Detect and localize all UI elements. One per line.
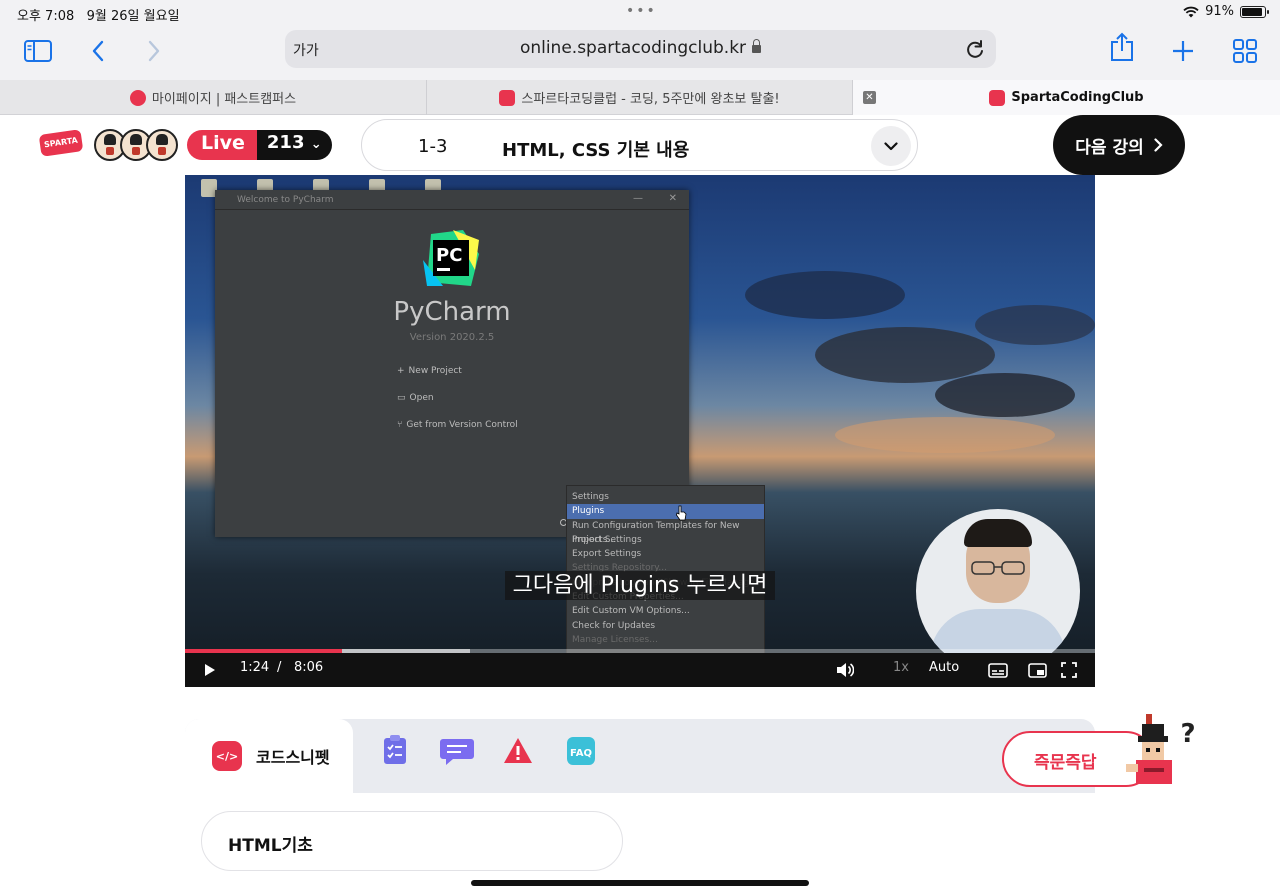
menu-item-edit-custom-vm-options: Edit Custom VM Options... bbox=[572, 606, 690, 617]
tab-chat-bubble-icon[interactable] bbox=[439, 735, 475, 767]
panel-tabs: </> 코드스니펫 FAQ bbox=[185, 719, 1095, 793]
close-icon: ✕ bbox=[668, 193, 677, 204]
browser-tabs: 마이페이지 | 패스트캠퍼스 스파르타코딩클럽 - 코딩, 5주만에 왕초보 탈… bbox=[0, 80, 1280, 115]
tab-sparta-home[interactable]: 스파르타코딩클럽 - 코딩, 5주만에 왕초보 탈출! bbox=[427, 80, 853, 115]
tab-code-snippet[interactable]: </> 코드스니펫 bbox=[185, 719, 353, 793]
plus-icon: + bbox=[397, 366, 405, 376]
minimize-icon: — bbox=[633, 193, 643, 204]
tab-mypage[interactable]: 마이페이지 | 패스트캠퍼스 bbox=[0, 80, 427, 115]
lock-icon bbox=[752, 39, 762, 53]
browser-toolbar: 가가 online.spartacodingclub.kr bbox=[0, 26, 1280, 80]
menu-item-import-settings: Import Settings bbox=[572, 534, 642, 545]
menu-item-settings: Settings bbox=[572, 492, 609, 502]
tab-label: 스파르타코딩클럽 - 코딩, 5주만에 왕초보 탈출! bbox=[521, 92, 780, 107]
sparta-favicon-icon bbox=[989, 89, 1006, 106]
pycharm-version: Version 2020.2.5 bbox=[409, 332, 495, 343]
sparta-logo[interactable]: SPARTA bbox=[38, 129, 84, 157]
play-icon[interactable] bbox=[204, 663, 216, 677]
live-count: 213 bbox=[266, 132, 305, 153]
video-controls: 1:24 / 8:06 1x Auto bbox=[185, 653, 1095, 687]
home-indicator[interactable] bbox=[471, 880, 809, 886]
new-tab-plus-icon[interactable] bbox=[1165, 36, 1201, 66]
chevron-down-icon[interactable] bbox=[871, 126, 911, 166]
video-player[interactable]: Welcome to PyCharm — ✕ PC PyCharm Versio… bbox=[185, 175, 1095, 687]
menu-item-export-settings: Export Settings bbox=[572, 549, 642, 560]
cloud-background bbox=[745, 271, 1095, 453]
next-lecture-button[interactable]: 다음 강의 bbox=[1053, 115, 1185, 175]
chapter-selector[interactable]: HTML기초 bbox=[201, 811, 623, 871]
code-snippet-icon: </> bbox=[212, 741, 242, 771]
live-label: Live bbox=[187, 130, 257, 160]
multitask-dots-icon[interactable]: ••• bbox=[626, 3, 657, 19]
status-time: 오후 7:08 9월 26일 월요일 bbox=[17, 9, 180, 24]
sidebar-toggle-icon[interactable] bbox=[20, 36, 56, 66]
menu-item-run-configuration-templates-for-new-projects: Run Configuration Templates for New Proj… bbox=[572, 520, 740, 545]
tab-notes-checklist-icon[interactable] bbox=[381, 735, 411, 767]
action-label: New Project bbox=[408, 366, 462, 376]
menu-item-check-for-updates: Check for Updates bbox=[572, 620, 656, 631]
live-viewers-badge[interactable]: Live 213 ⌄ bbox=[187, 130, 332, 160]
tab-sparta-active[interactable]: ✕ SpartaCodingClub bbox=[853, 80, 1280, 115]
wifi-icon bbox=[1183, 6, 1199, 17]
lecture-side-panel: </> 코드스니펫 FAQ HTML기초 bbox=[185, 719, 1095, 895]
svg-text:?: ? bbox=[1180, 719, 1195, 749]
status-date: 9월 26일 월요일 bbox=[86, 9, 180, 24]
live-avatars bbox=[94, 129, 178, 161]
hand-cursor-icon bbox=[676, 505, 687, 521]
tab-label: SpartaCodingClub bbox=[1011, 90, 1144, 105]
pycharm-window-title: Welcome to PyCharm — ✕ bbox=[215, 190, 689, 210]
picture-in-picture-icon[interactable] bbox=[1028, 663, 1047, 678]
tab-warning-icon[interactable] bbox=[503, 735, 533, 767]
open-action: ▭ Open bbox=[397, 393, 434, 403]
vcs-action: ⑂ Get from Version Control bbox=[397, 420, 518, 430]
volume-icon[interactable] bbox=[836, 662, 854, 678]
next-lecture-label: 다음 강의 bbox=[1075, 137, 1144, 158]
lecture-selector[interactable]: 1-3 HTML, CSS 기본 내용 bbox=[361, 119, 918, 171]
back-chevron-icon[interactable] bbox=[80, 36, 116, 66]
chevron-down-icon: ⌄ bbox=[310, 137, 322, 152]
faq-label: FAQ bbox=[570, 748, 592, 759]
tab-faq-icon[interactable]: FAQ bbox=[566, 735, 596, 767]
tab-overview-icon[interactable] bbox=[1227, 36, 1263, 66]
lecture-title: HTML, CSS 기본 내용 bbox=[502, 140, 690, 161]
site-header: SPARTA Live 213 ⌄ 1-3 HTML, CSS 기본 내용 다음… bbox=[0, 115, 1280, 175]
address-bar[interactable]: 가가 online.spartacodingclub.kr bbox=[285, 30, 996, 68]
reload-icon[interactable] bbox=[964, 38, 986, 60]
action-label: Get from Version Control bbox=[406, 420, 518, 430]
tab-code-snippet-label: 코드스니펫 bbox=[256, 748, 330, 767]
url-text[interactable]: online.spartacodingclub.kr bbox=[520, 38, 746, 58]
folder-icon: ▭ bbox=[397, 393, 406, 403]
sparta-mascot-icon: ? bbox=[1126, 714, 1196, 784]
playback-speed[interactable]: 1x bbox=[893, 660, 909, 675]
time-separator: / bbox=[277, 660, 282, 675]
battery-percent: 91% bbox=[1205, 4, 1234, 19]
video-duration: 8:06 bbox=[294, 660, 324, 675]
tab-label: 마이페이지 | 패스트캠퍼스 bbox=[151, 92, 297, 107]
current-time: 1:24 bbox=[240, 660, 270, 675]
fastcampus-favicon-icon bbox=[129, 89, 146, 106]
forward-chevron-icon[interactable] bbox=[136, 36, 172, 66]
menu-item-plugins: Plugins bbox=[567, 504, 764, 519]
menu-item-manage-licenses: Manage Licenses... bbox=[572, 634, 658, 645]
new-project-action: + New Project bbox=[397, 366, 462, 376]
quality-selector[interactable]: Auto bbox=[929, 660, 959, 675]
avatar bbox=[146, 129, 178, 161]
chevron-right-icon bbox=[1154, 138, 1163, 152]
action-label: Open bbox=[409, 393, 434, 403]
lecture-number: 1-3 bbox=[418, 136, 448, 157]
share-icon[interactable] bbox=[1104, 32, 1140, 62]
sparta-favicon-icon bbox=[499, 89, 516, 106]
pycharm-logo-icon: PC bbox=[423, 230, 479, 286]
subtitle-text: 그다음에 Plugins 누르시면 bbox=[504, 571, 776, 600]
pycharm-logo-text: PC bbox=[436, 245, 462, 266]
pycharm-app-name: PyCharm bbox=[393, 297, 511, 327]
captions-icon[interactable] bbox=[988, 663, 1008, 678]
fullscreen-icon[interactable] bbox=[1061, 662, 1077, 678]
window-title-text: Welcome to PyCharm bbox=[237, 195, 334, 205]
battery-icon bbox=[1240, 5, 1269, 18]
close-tab-icon[interactable]: ✕ bbox=[863, 91, 876, 104]
branch-icon: ⑂ bbox=[397, 420, 403, 430]
status-bar: 오후 7:08 9월 26일 월요일 ••• 91% bbox=[0, 0, 1280, 26]
